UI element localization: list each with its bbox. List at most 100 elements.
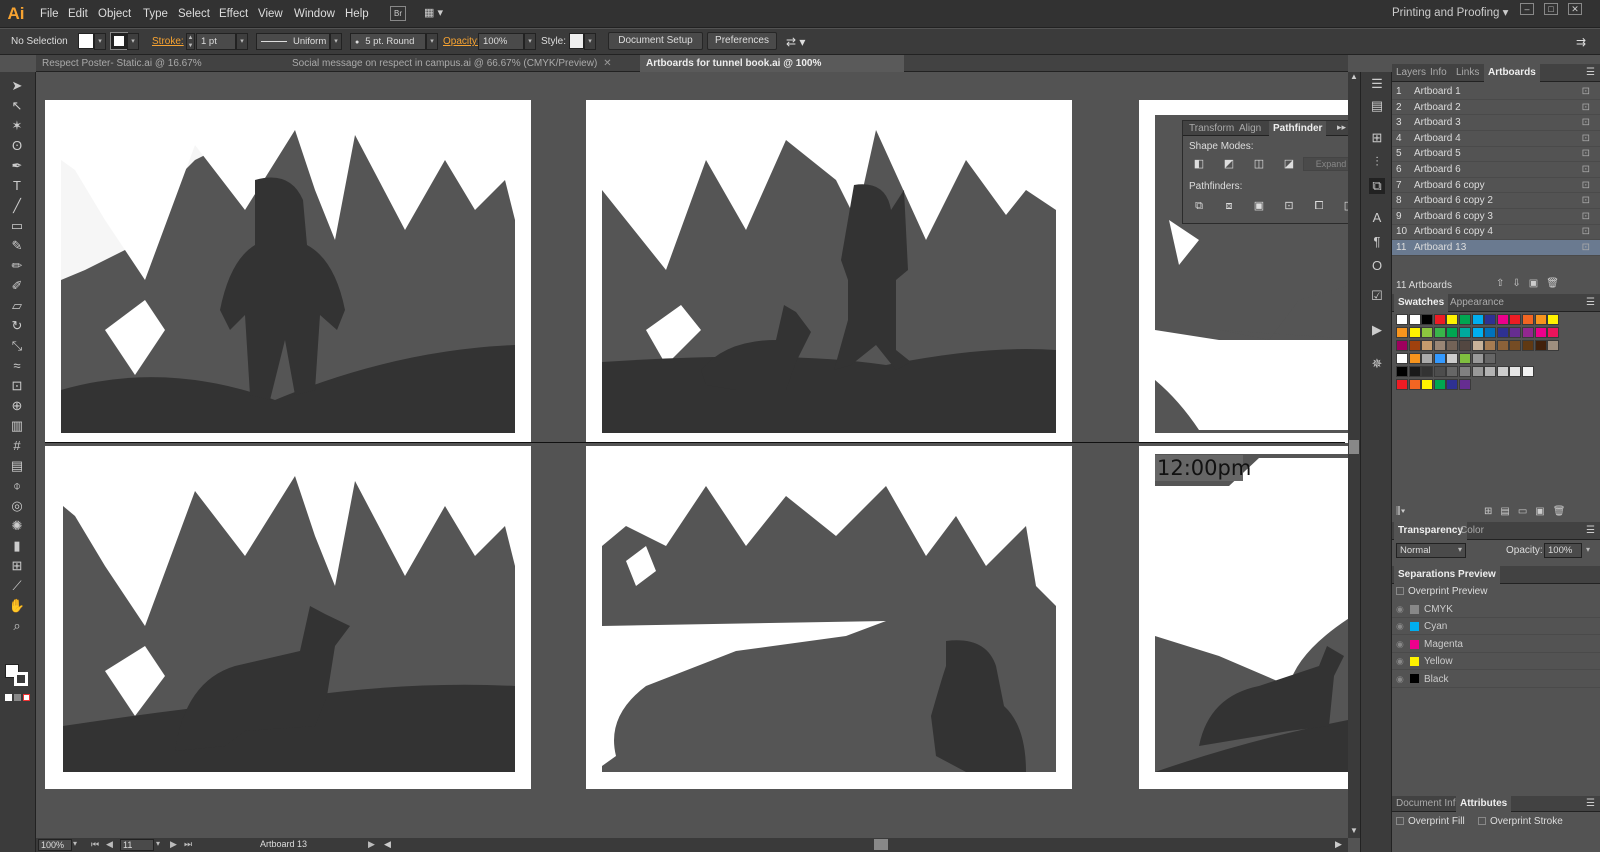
show-kinds-icon[interactable]: ⊞	[1484, 506, 1500, 517]
panel-menu-icon[interactable]: ☰	[1586, 798, 1595, 809]
swatch[interactable]	[1396, 379, 1408, 390]
zoom-field[interactable]: 100%	[38, 839, 72, 851]
artboard-options-icon[interactable]: ⊡	[1582, 209, 1590, 224]
artboard[interactable]	[586, 100, 1072, 443]
collapse-icon[interactable]: ▸▸	[1337, 122, 1346, 133]
rotate-tool-icon[interactable]: ↻	[8, 318, 26, 334]
swatch[interactable]	[1408, 340, 1421, 351]
artboard-row[interactable]: 9 Artboard 6 copy 3 ⊡	[1392, 209, 1600, 225]
artboard-options-icon[interactable]: ⊡	[1582, 100, 1590, 115]
checkbox[interactable]	[1396, 587, 1404, 596]
scroll-thumb[interactable]	[874, 839, 888, 850]
column-graph-tool-icon[interactable]: ▮	[8, 538, 26, 554]
mesh-tool-icon[interactable]: #	[8, 438, 26, 454]
artboard-tool-icon[interactable]: ⊞	[8, 558, 26, 574]
scale-tool-icon[interactable]: ⤡	[8, 338, 26, 354]
swatch[interactable]	[1421, 379, 1434, 390]
artboard-row[interactable]: 8 Artboard 6 copy 2 ⊡	[1392, 193, 1600, 209]
swatch[interactable]	[1471, 327, 1484, 338]
first-artboard-icon[interactable]: ⏮	[91, 839, 99, 850]
swatch[interactable]	[1446, 314, 1459, 325]
graphic-styles-panel-icon[interactable]: ☑	[1369, 288, 1385, 304]
swatch[interactable]	[1408, 379, 1421, 390]
artboard-row[interactable]: 7 Artboard 6 copy ⊡	[1392, 178, 1600, 194]
artboard-options-icon[interactable]: ⊡	[1582, 131, 1590, 146]
scroll-right-icon[interactable]: ▶	[1335, 839, 1342, 850]
artboard[interactable]	[586, 446, 1072, 789]
status-menu-icon[interactable]: ▶	[368, 839, 375, 850]
swatch[interactable]	[1522, 366, 1534, 377]
swatch[interactable]	[1484, 366, 1497, 377]
menu-file[interactable]: File	[40, 0, 59, 28]
character-panel-icon[interactable]: A	[1369, 210, 1385, 226]
eraser-tool-icon[interactable]: ▱	[8, 298, 26, 314]
artboard-canvas[interactable]: 12:00pm	[36, 72, 1348, 838]
swatch[interactable]	[1471, 366, 1484, 377]
artboard-row[interactable]: 10 Artboard 6 copy 4 ⊡	[1392, 224, 1600, 241]
stroke-stepper[interactable]: ▲ ▼	[186, 33, 195, 50]
swatch[interactable]	[1484, 340, 1497, 351]
gradient-panel-icon[interactable]: ▤	[1369, 98, 1385, 114]
swatch[interactable]	[1446, 327, 1459, 338]
artboard[interactable]	[45, 446, 531, 789]
unite-icon[interactable]: ◧	[1191, 157, 1207, 171]
arrange-documents-icon[interactable]: ▦ ▾	[424, 6, 443, 21]
artboard-options-icon[interactable]: ⊡	[1582, 162, 1590, 177]
scroll-up-icon[interactable]: ▲	[1350, 72, 1358, 81]
artboard-row[interactable]: 2 Artboard 2 ⊡	[1392, 100, 1600, 116]
move-down-icon[interactable]: ⇩	[1512, 278, 1528, 289]
swatch[interactable]	[1459, 353, 1471, 364]
delete-swatch-icon[interactable]: 🗑	[1553, 506, 1574, 517]
fill-dropdown[interactable]: ▾	[94, 33, 106, 50]
artboard-row[interactable]: 6 Artboard 6 ⊡	[1392, 162, 1600, 178]
tab-transform[interactable]: Transform	[1189, 121, 1234, 136]
vertical-scrollbar[interactable]: ▲ ▼	[1348, 72, 1360, 838]
minimize-icon[interactable]: –	[1520, 3, 1534, 15]
tab-align[interactable]: Align	[1239, 121, 1261, 136]
time-label[interactable]: 12:00pm	[1155, 455, 1251, 481]
swatch[interactable]	[1471, 340, 1484, 351]
swatch[interactable]	[1408, 353, 1421, 364]
checkbox[interactable]	[1396, 817, 1404, 826]
symbols-panel-icon[interactable]: ✵	[1369, 356, 1385, 372]
blend-mode-select[interactable]: Normal	[1396, 543, 1466, 558]
swatch[interactable]	[1471, 314, 1484, 325]
swatch[interactable]	[1522, 340, 1534, 351]
new-group-icon[interactable]: ▭	[1518, 506, 1535, 517]
line-tool-icon[interactable]: ╱	[8, 198, 26, 214]
menu-help[interactable]: Help	[345, 0, 369, 28]
tab-appearance[interactable]: Appearance	[1450, 294, 1504, 312]
free-transform-tool-icon[interactable]: ⊡	[8, 378, 26, 394]
new-artboard-icon[interactable]: ▣	[1529, 278, 1546, 289]
swatch[interactable]	[1496, 340, 1509, 351]
swatch[interactable]	[1484, 327, 1497, 338]
swatch[interactable]	[1459, 366, 1471, 377]
shape-builder-tool-icon[interactable]: ⊕	[8, 398, 26, 414]
swatch[interactable]	[1446, 340, 1459, 351]
intersect-icon[interactable]: ◫	[1251, 157, 1267, 171]
checkbox[interactable]	[1478, 817, 1486, 826]
artboard-row[interactable]: 1 Artboard 1 ⊡	[1392, 84, 1600, 100]
artboard-row[interactable]: 5 Artboard 5 ⊡	[1392, 146, 1600, 163]
artboard[interactable]	[45, 100, 531, 443]
swatch[interactable]	[1471, 353, 1484, 364]
style-dropdown[interactable]: ▾	[584, 33, 596, 50]
delete-artboard-icon[interactable]: 🗑	[1546, 278, 1567, 289]
menu-object[interactable]: Object	[98, 0, 131, 28]
artboard-options-icon[interactable]: ⊡	[1582, 146, 1590, 161]
overprint-fill-row[interactable]: Overprint Fill	[1396, 816, 1465, 827]
workspace-switcher[interactable]: Printing and Proofing ▾	[1392, 0, 1508, 26]
swatch[interactable]	[1509, 366, 1522, 377]
warp-tool-icon[interactable]: ≈	[8, 358, 26, 374]
chevron-down-icon[interactable]: ▾	[1586, 545, 1590, 554]
artboard-dropdown[interactable]: ▾	[156, 839, 160, 848]
stroke-weight-dropdown[interactable]: ▾	[236, 33, 248, 50]
swatch[interactable]	[1396, 353, 1408, 364]
artboard-row[interactable]: 4 Artboard 4 ⊡	[1392, 131, 1600, 147]
artboard-row[interactable]: 11 Artboard 13 ⊡	[1392, 240, 1600, 256]
swatch[interactable]	[1433, 366, 1446, 377]
selection-tool-icon[interactable]: ➤	[8, 78, 26, 94]
swatch[interactable]	[1408, 327, 1421, 338]
tab-artboards[interactable]: Artboards	[1484, 64, 1540, 82]
artboard-options-icon[interactable]: ⊡	[1582, 240, 1590, 255]
